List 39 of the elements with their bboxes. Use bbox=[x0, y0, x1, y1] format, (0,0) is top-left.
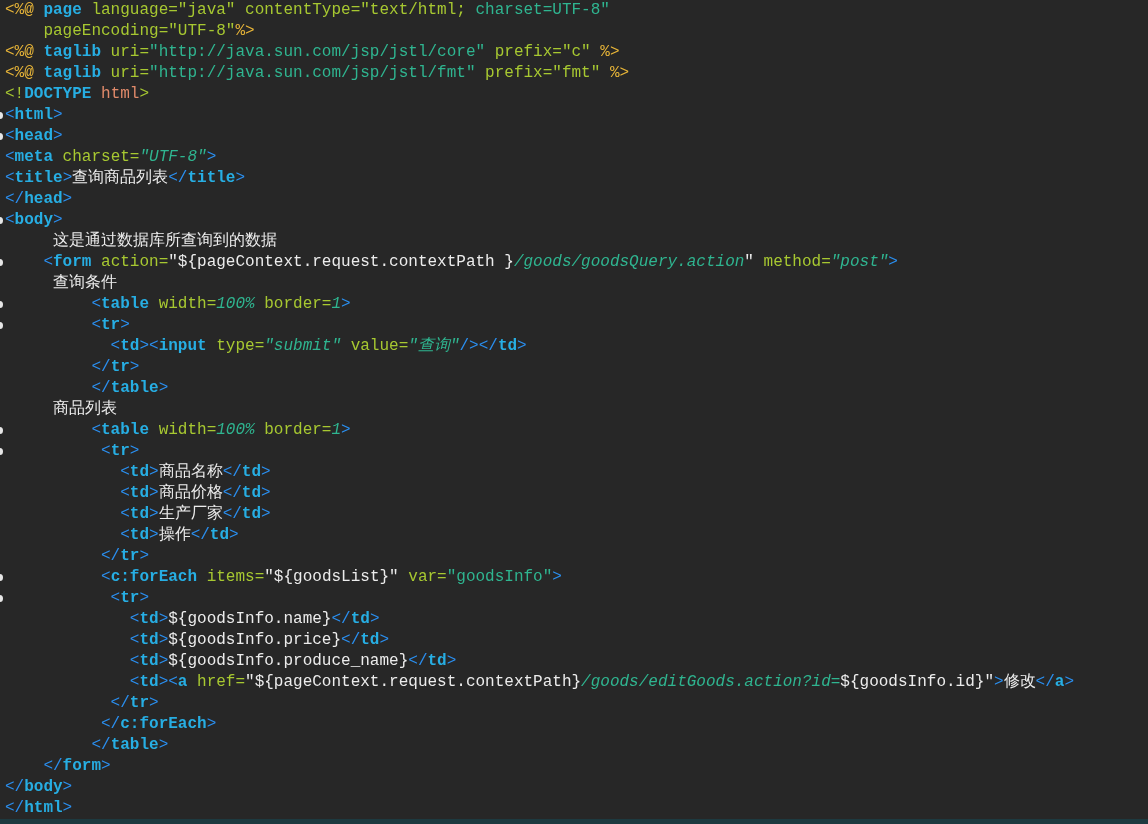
code-line: <table width=100% border=1> bbox=[90, 294, 351, 315]
code-line: <td>商品价格</td> bbox=[119, 483, 271, 504]
code-line: <title>查询商品列表</title> bbox=[5, 168, 246, 189]
code-line: 这是通过数据库所查询到的数据 bbox=[52, 231, 277, 252]
code-line: <head> bbox=[5, 126, 63, 147]
code-line: </html> bbox=[5, 798, 73, 819]
code-line: <!DOCTYPE html> bbox=[5, 84, 150, 105]
code-line: </head> bbox=[5, 189, 73, 210]
code-line: </body> bbox=[5, 777, 73, 798]
code-line: </form> bbox=[42, 756, 111, 777]
code-line: 查询条件 bbox=[52, 273, 117, 294]
code-line: <tr> bbox=[90, 315, 130, 336]
code-line: <body> bbox=[5, 210, 63, 231]
code-line: <td><a href="${pageContext.request.contextPath}/goods/editGoods.action?id=${goodsInfo.id}">修改</a> bbox=[128, 672, 1074, 693]
code-line: <td>${goodsInfo.produce_name}</td> bbox=[128, 651, 457, 672]
code-line: <td>生产厂家</td> bbox=[119, 504, 271, 525]
code-line: pageEncoding="UTF-8"%> bbox=[42, 21, 255, 42]
code-line: <%@ taglib uri="http://java.sun.com/jsp/jstl/core" prefix="c" %> bbox=[5, 42, 620, 63]
code-line: <tr> bbox=[100, 441, 140, 462]
code-line: <td>商品名称</td> bbox=[119, 462, 271, 483]
code-line: <td><input type="submit" value="查询"/></td> bbox=[109, 336, 527, 357]
code-line: </table> bbox=[90, 378, 169, 399]
code-line: <c:forEach items="${goodsList}" var="goodsInfo"> bbox=[100, 567, 562, 588]
code-line: </tr> bbox=[100, 546, 150, 567]
code-line: <%@ page language="java" contentType="text/html; charset=UTF-8" bbox=[5, 0, 610, 21]
code-line: <form action="${pageContext.request.contextPath }/goods/goodsQuery.action" method="post"> bbox=[42, 252, 898, 273]
code-line: </tr> bbox=[109, 693, 159, 714]
code-line: <meta charset="UTF-8"> bbox=[5, 147, 217, 168]
code-line: <%@ taglib uri="http://java.sun.com/jsp/jstl/fmt" prefix="fmt" %> bbox=[5, 63, 630, 84]
code-line: </tr> bbox=[90, 357, 140, 378]
code-line: </table> bbox=[90, 735, 169, 756]
code-line: <html> bbox=[5, 105, 63, 126]
code-line: <td>${goodsInfo.price}</td> bbox=[128, 630, 390, 651]
code-line: <table width=100% border=1> bbox=[90, 420, 351, 441]
code-line: 商品列表 bbox=[52, 399, 117, 420]
code-line: <td>操作</td> bbox=[119, 525, 239, 546]
code-line: </c:forEach> bbox=[100, 714, 217, 735]
code-line: <td>${goodsInfo.name}</td> bbox=[128, 609, 380, 630]
code-line: <tr> bbox=[109, 588, 150, 609]
